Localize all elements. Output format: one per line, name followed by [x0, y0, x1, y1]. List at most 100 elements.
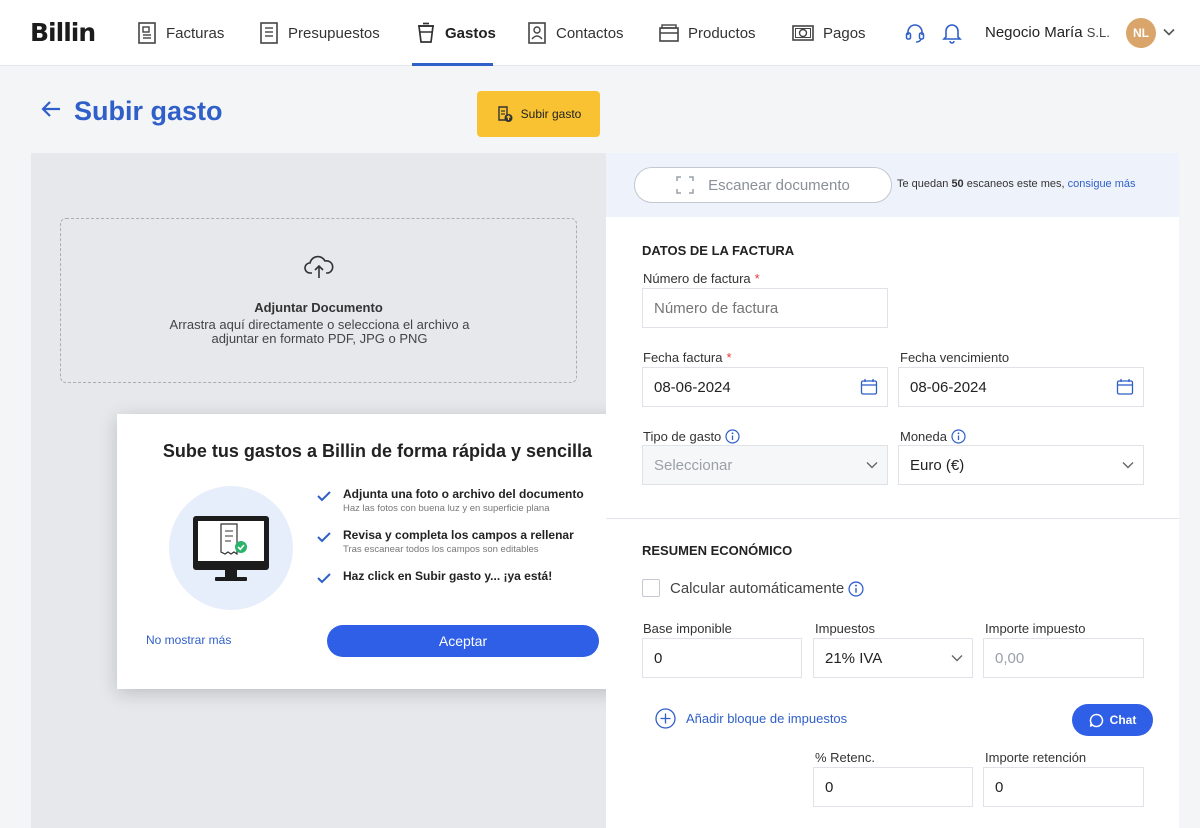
chevron-down-icon	[951, 655, 963, 662]
field-value: 08-06-2024	[910, 378, 987, 396]
onboarding-modal: Sube tus gastos a Billin de forma rápida…	[117, 414, 638, 689]
support-headset-icon[interactable]	[904, 22, 926, 44]
field-value: 0	[825, 778, 834, 796]
nav-label: Pagos	[823, 24, 866, 42]
chat-label: Chat	[1109, 713, 1137, 727]
chevron-down-icon[interactable]	[1163, 26, 1175, 38]
calendar-icon[interactable]	[860, 378, 878, 396]
quote-icon	[260, 22, 278, 44]
modal-step: Adjunta una foto o archivo del documento…	[317, 487, 584, 514]
expense-type-select[interactable]: Seleccionar	[642, 445, 888, 485]
monitor-receipt-icon	[193, 516, 269, 581]
scan-info-mid: escaneos este mes,	[963, 178, 1068, 190]
base-label: Base imponible	[643, 621, 732, 636]
add-tax-label: Añadir bloque de impuestos	[686, 711, 848, 726]
info-icon[interactable]	[848, 580, 864, 597]
avatar[interactable]: NL	[1126, 18, 1156, 48]
chevron-down-icon	[866, 462, 878, 469]
required-mark: *	[726, 350, 732, 365]
products-box-icon	[659, 24, 679, 42]
scan-quota-info: Te quedan 50 escaneos este mes, consigue…	[897, 178, 1136, 190]
nav-presupuestos[interactable]: Presupuestos	[259, 0, 380, 66]
currency-select[interactable]: Euro (€)	[898, 445, 1144, 485]
invoice-number-input[interactable]	[642, 288, 888, 328]
tax-amount-input[interactable]: 0,00	[983, 638, 1144, 678]
check-icon	[317, 573, 331, 584]
step-subtitle: Tras escanear todos los campos son edita…	[343, 544, 539, 555]
nav-facturas[interactable]: Facturas	[137, 0, 224, 66]
step-subtitle: Haz las fotos con buena luz y en superfi…	[343, 503, 550, 514]
accept-button[interactable]: Aceptar	[327, 625, 599, 657]
payments-icon	[792, 25, 814, 41]
billin-logo[interactable]: Billin	[30, 18, 96, 47]
add-tax-block-button[interactable]: Añadir bloque de impuestos	[655, 708, 847, 729]
field-value: Euro (€)	[910, 456, 965, 474]
get-more-link[interactable]: consigue más	[1068, 178, 1136, 190]
dropzone-description: Arrastra aquí directamente o selecciona …	[169, 317, 470, 346]
company-name[interactable]: Negocio María S.L.	[985, 24, 1110, 41]
nav-gastos[interactable]: Gastos	[416, 0, 496, 66]
due-date-label: Fecha vencimiento	[900, 350, 1009, 365]
summary-section-title: RESUMEN ECONÓMICO	[642, 543, 793, 558]
retention-label: % Retenc.	[815, 750, 875, 765]
tax-amount-label: Importe impuesto	[985, 621, 1086, 636]
chat-bubble-icon	[1089, 713, 1103, 727]
nav-contactos[interactable]: Contactos	[527, 0, 624, 66]
nav-label: Presupuestos	[288, 24, 380, 42]
scan-count: 50	[951, 178, 964, 190]
nav-productos[interactable]: Productos	[659, 0, 756, 66]
tax-select[interactable]: 21% IVA	[813, 638, 973, 678]
contacts-icon	[528, 22, 546, 44]
tax-label: Impuestos	[815, 621, 875, 636]
label-text: Fecha vencimiento	[900, 350, 1010, 365]
document-dropzone[interactable]: Adjuntar Documento Arrastra aquí directa…	[60, 218, 577, 383]
top-navbar: Billin Facturas Presupuestos Gastos Cont…	[0, 0, 1200, 66]
invoice-section-title: DATOS DE LA FACTURA	[642, 243, 795, 258]
auto-calculate-checkbox[interactable]	[642, 579, 660, 597]
active-tab-indicator	[412, 63, 493, 66]
info-icon[interactable]	[725, 429, 740, 444]
modal-step: Revisa y completa los campos a rellenar T…	[317, 528, 574, 555]
nav-label: Contactos	[556, 24, 624, 42]
page-title: Subir gasto	[74, 96, 223, 126]
back-arrow-icon[interactable]	[40, 98, 62, 120]
notifications-bell-icon[interactable]	[942, 22, 962, 44]
nav-label: Gastos	[445, 24, 496, 42]
base-amount-input[interactable]: 0	[642, 638, 802, 678]
expense-type-label: Tipo de gasto	[643, 429, 740, 444]
section-divider	[606, 518, 1179, 519]
modal-step: Haz click en Subir gasto y... ¡ya está!	[317, 569, 552, 584]
label-text: Moneda	[900, 429, 947, 444]
upload-expense-button[interactable]: Subir gasto	[477, 91, 600, 137]
upload-receipt-icon	[497, 106, 513, 122]
chevron-down-icon	[1122, 462, 1134, 469]
label-text: Tipo de gasto	[643, 429, 722, 444]
cloud-upload-icon	[304, 255, 334, 278]
info-icon[interactable]	[951, 429, 966, 444]
currency-label: Moneda	[900, 429, 966, 444]
scan-info-prefix: Te quedan	[897, 178, 952, 190]
field-value: 21% IVA	[825, 649, 883, 667]
nav-label: Facturas	[166, 24, 225, 42]
field-value: 0	[995, 778, 1004, 796]
check-icon	[317, 532, 331, 543]
step-title: Adjunta una foto o archivo del documento	[343, 487, 584, 501]
retention-amount-label: Importe retención	[985, 750, 1087, 765]
retention-percent-input[interactable]: 0	[813, 767, 973, 807]
calendar-icon[interactable]	[1116, 378, 1134, 396]
scan-document-button[interactable]: Escanear documento	[634, 167, 892, 203]
field-value: 08-06-2024	[654, 378, 731, 396]
modal-title: Sube tus gastos a Billin de forma rápida…	[162, 441, 593, 461]
nav-pagos[interactable]: Pagos	[792, 0, 866, 66]
chat-button[interactable]: Chat	[1072, 704, 1153, 736]
dont-show-again-link[interactable]: No mostrar más	[146, 633, 231, 647]
check-icon	[317, 491, 331, 502]
scan-frame-icon	[676, 176, 694, 194]
label-text: Calcular automáticamente	[670, 580, 845, 597]
retention-amount-input[interactable]: 0	[983, 767, 1144, 807]
invoice-icon	[138, 22, 156, 44]
label-text: Fecha factura	[643, 350, 723, 365]
due-date-input[interactable]: 08-06-2024	[898, 367, 1144, 407]
invoice-date-input[interactable]: 08-06-2024	[642, 367, 888, 407]
field-placeholder: Seleccionar	[654, 456, 733, 474]
